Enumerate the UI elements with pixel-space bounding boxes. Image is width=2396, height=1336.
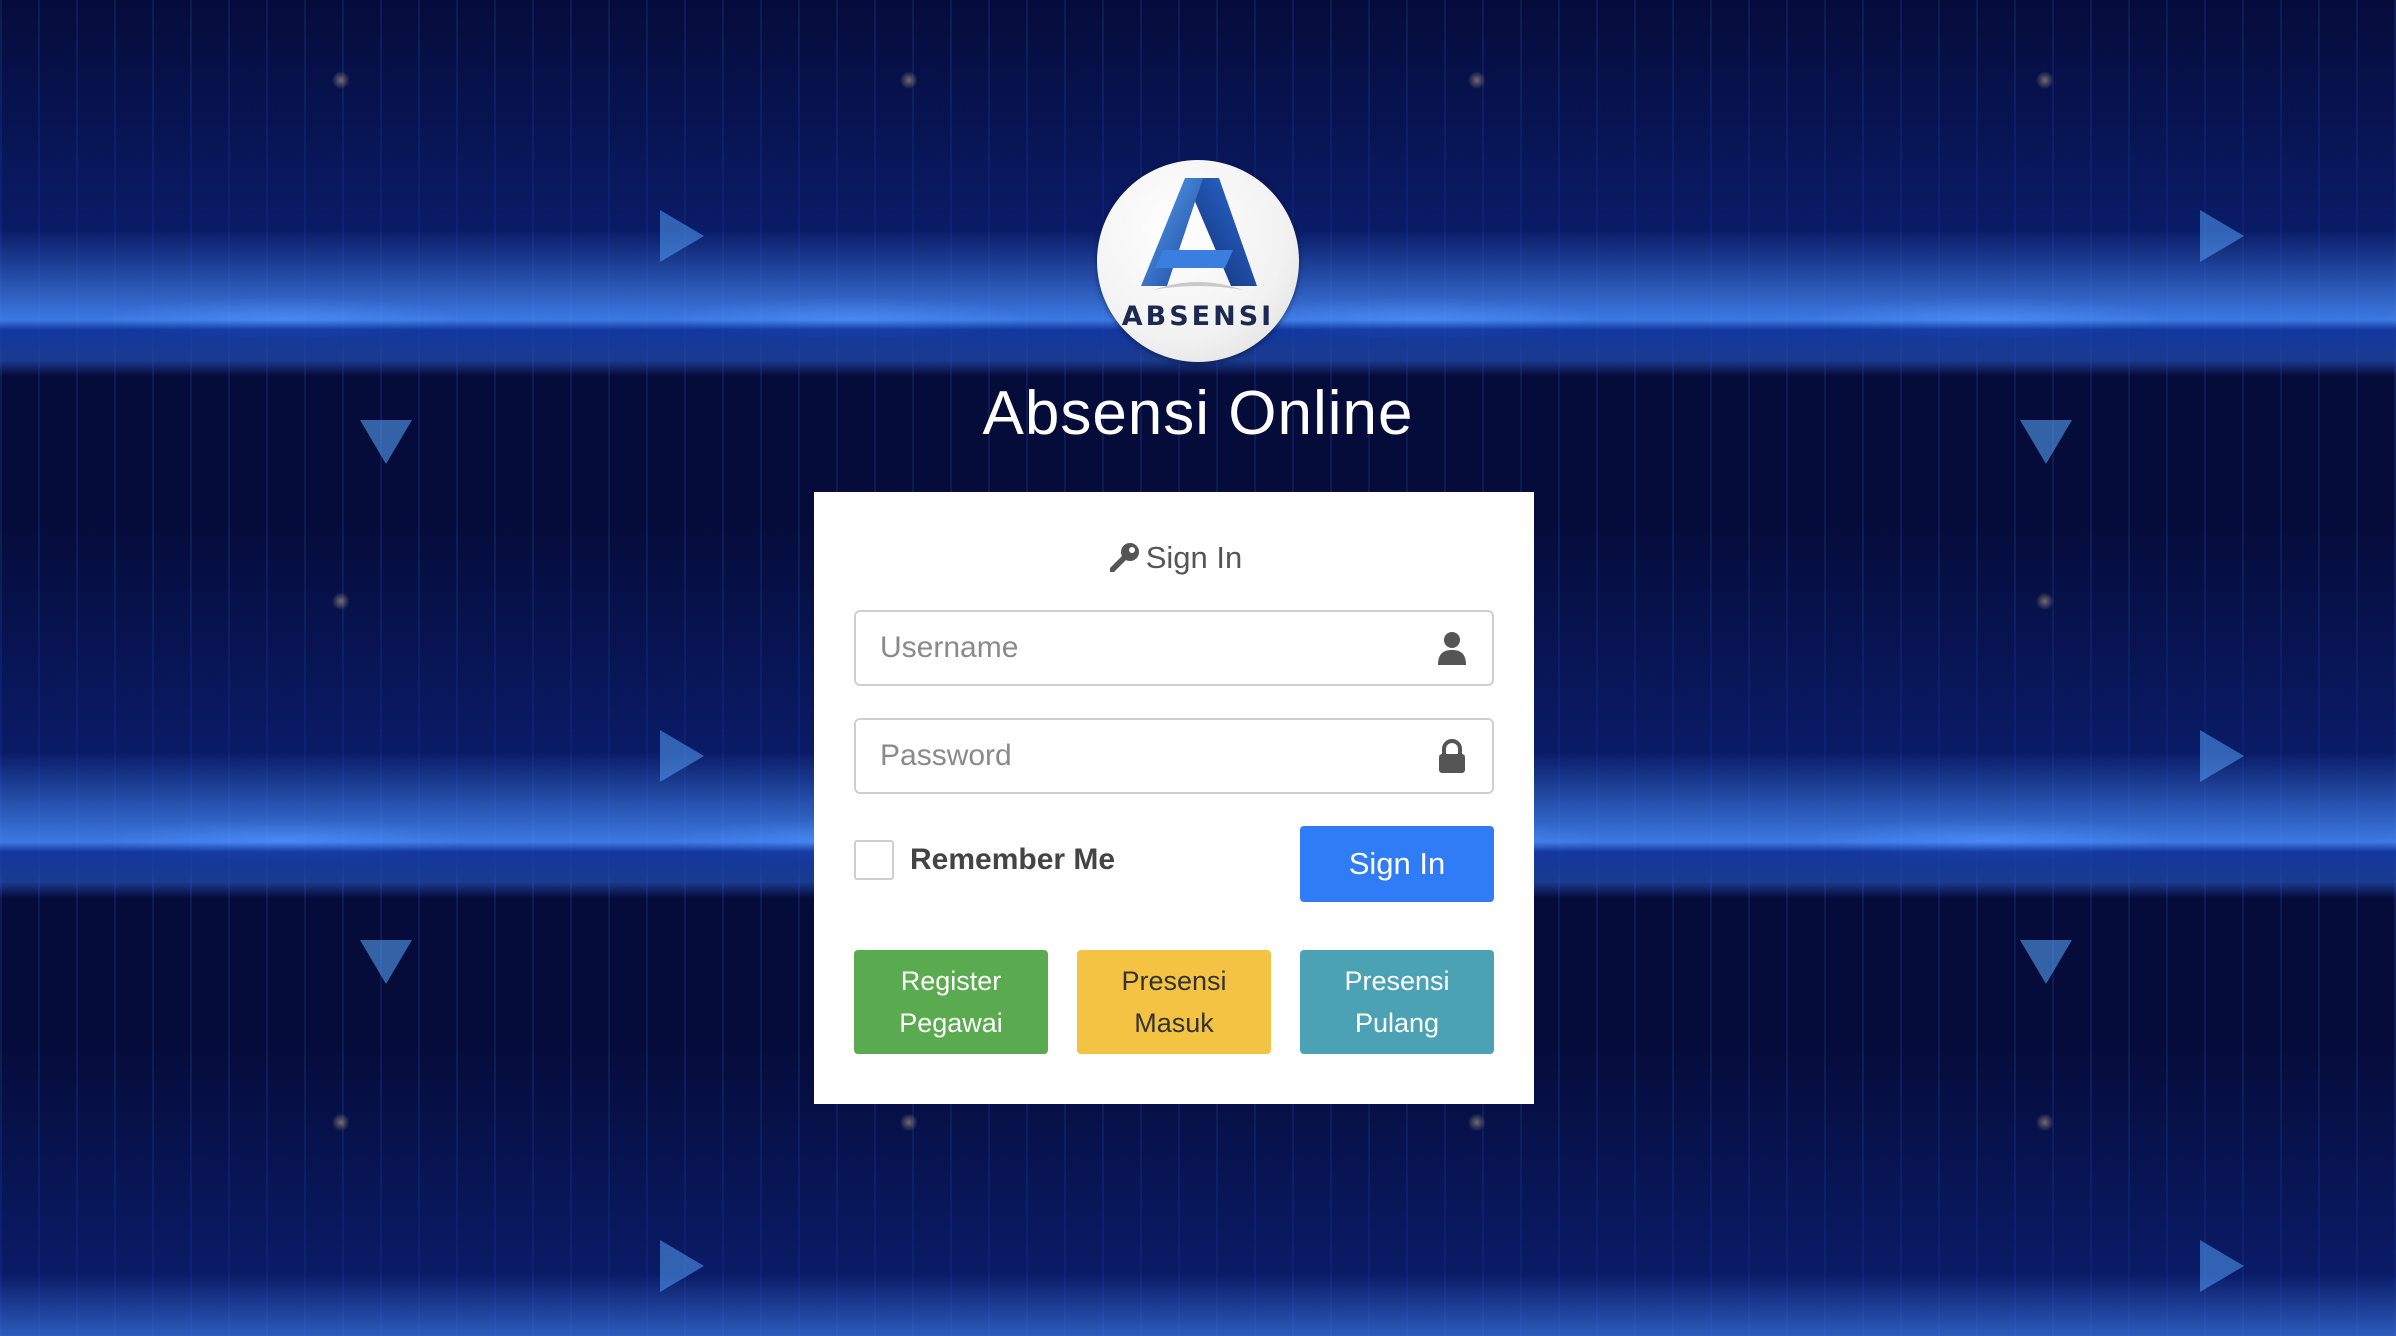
register-pegawai-label-line1: Register xyxy=(900,966,1002,996)
username-input[interactable] xyxy=(856,612,1492,684)
key-icon xyxy=(1109,543,1139,572)
login-heading-text: Sign In xyxy=(1145,540,1243,575)
register-pegawai-button[interactable]: Register Pegawai xyxy=(854,950,1048,1054)
background-shape xyxy=(660,730,704,782)
logo-text: ABSENSI xyxy=(1121,301,1275,332)
background-shape xyxy=(2020,940,2072,984)
app-logo: ABSENSI xyxy=(1097,160,1299,362)
logo-mark-icon xyxy=(1141,178,1257,290)
remember-me-label[interactable]: Remember Me xyxy=(910,843,1115,877)
password-input[interactable] xyxy=(856,720,1492,792)
presensi-pulang-button[interactable]: Presensi Pulang xyxy=(1300,950,1494,1054)
password-field xyxy=(854,718,1494,794)
register-pegawai-label-line2: Pegawai xyxy=(899,1008,1003,1038)
background-shape xyxy=(2200,730,2244,782)
background-shape xyxy=(360,940,412,984)
background-shape xyxy=(660,1240,704,1292)
remember-me: Remember Me xyxy=(854,840,1115,880)
login-heading: Sign In xyxy=(854,534,1494,582)
background-shape xyxy=(2200,1240,2244,1292)
user-icon xyxy=(1438,632,1466,665)
action-buttons: Register Pegawai Presensi Masuk Presensi… xyxy=(854,950,1494,1054)
remember-row: Remember Me Sign In xyxy=(854,826,1494,902)
presensi-masuk-button[interactable]: Presensi Masuk xyxy=(1077,950,1271,1054)
remember-me-checkbox[interactable] xyxy=(854,840,894,880)
username-field xyxy=(854,610,1494,686)
header: ABSENSI Absensi Online xyxy=(0,0,2396,454)
login-card: Sign In Remember Me Sign In Register Peg… xyxy=(814,492,1534,1104)
page-title: Absensi Online xyxy=(982,379,1414,448)
presensi-pulang-label-line1: Presensi xyxy=(1344,966,1450,996)
presensi-masuk-label-line1: Presensi xyxy=(1121,966,1227,996)
presensi-pulang-label-line2: Pulang xyxy=(1354,1008,1440,1038)
lock-icon xyxy=(1439,739,1465,773)
presensi-masuk-label-line2: Masuk xyxy=(1134,1008,1214,1038)
sign-in-button[interactable]: Sign In xyxy=(1300,826,1494,902)
